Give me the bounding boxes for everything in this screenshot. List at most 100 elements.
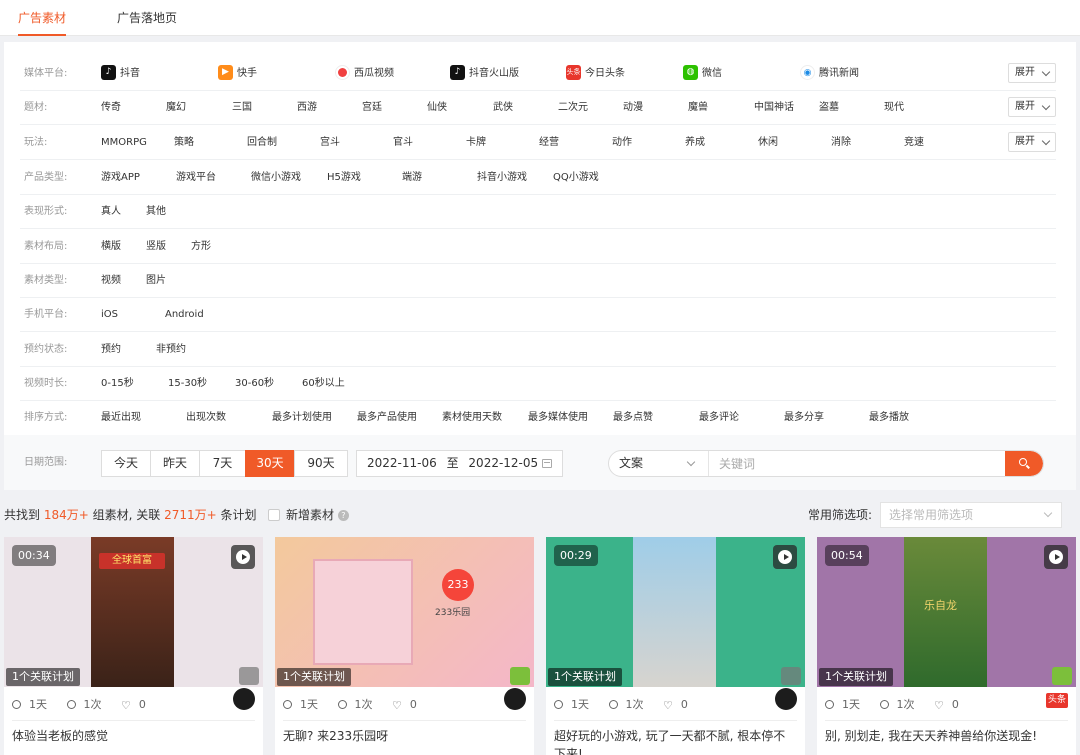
- filter-option[interactable]: 传奇: [101, 91, 121, 125]
- filter-option[interactable]: MMORPG: [101, 126, 147, 160]
- filter-option[interactable]: 动作: [612, 126, 632, 160]
- expand-button[interactable]: 展开: [1008, 97, 1056, 117]
- filter-option[interactable]: 非预约: [156, 333, 186, 367]
- filter-option[interactable]: ◉ 腾讯新闻: [800, 57, 859, 91]
- filter-option[interactable]: 二次元: [558, 91, 588, 125]
- material-card[interactable]: 全球首富 00:34 1个关联计划 1天 1次 ♡ 0 体验当老板的感觉: [4, 537, 263, 755]
- filter-option[interactable]: 微信小游戏: [251, 161, 301, 195]
- filter-option[interactable]: 休闲: [758, 126, 778, 160]
- filter-option[interactable]: QQ小游戏: [553, 161, 599, 195]
- sort-option[interactable]: 最近出现: [101, 401, 141, 435]
- filter-option[interactable]: 三国: [232, 91, 252, 125]
- date-btn-30days[interactable]: 30天: [245, 450, 295, 477]
- filter-option[interactable]: 仙侠: [427, 91, 447, 125]
- filter-option[interactable]: 60秒以上: [302, 367, 345, 401]
- filter-option[interactable]: 策略: [174, 126, 194, 160]
- filter-option[interactable]: 其他: [146, 195, 166, 229]
- card-thumbnail[interactable]: 00:29 1个关联计划: [546, 537, 805, 687]
- card-thumbnail[interactable]: 233 233乐园 1个关联计划: [275, 537, 534, 687]
- filter-option[interactable]: 游戏APP: [101, 161, 140, 195]
- expand-button[interactable]: 展开: [1008, 132, 1056, 152]
- filter-option[interactable]: 消除: [831, 126, 851, 160]
- filter-option[interactable]: 魔兽: [688, 91, 708, 125]
- filter-option[interactable]: 横版: [101, 230, 121, 264]
- sort-option[interactable]: 最多播放: [869, 401, 909, 435]
- date-btn-today[interactable]: 今天: [101, 450, 151, 477]
- filter-option[interactable]: 经营: [539, 126, 559, 160]
- date-range-picker[interactable]: 2022-11-06 至 2022-12-05: [356, 450, 563, 477]
- filter-option[interactable]: 视频: [101, 264, 121, 298]
- filter-option[interactable]: 卡牌: [466, 126, 486, 160]
- search-type-select[interactable]: 文案: [609, 451, 709, 476]
- sort-option[interactable]: 素材使用天数: [442, 401, 502, 435]
- filter-option[interactable]: 抖音小游戏: [477, 161, 527, 195]
- filter-option[interactable]: 30-60秒: [235, 367, 274, 401]
- date-btn-yesterday[interactable]: 昨天: [150, 450, 200, 477]
- filter-option[interactable]: ▶ 快手: [218, 57, 257, 91]
- clock-icon: [283, 699, 292, 709]
- material-card[interactable]: 00:29 1个关联计划 1天 1次 ♡ 0 超好玩的小游戏, 玩了一天都不腻, …: [546, 537, 805, 755]
- filter-option[interactable]: ◍ 微信: [683, 57, 722, 91]
- filter-option[interactable]: 15-30秒: [168, 367, 207, 401]
- filter-option[interactable]: 西游: [297, 91, 317, 125]
- filter-option[interactable]: 现代: [884, 91, 904, 125]
- filter-option[interactable]: 竖版: [146, 230, 166, 264]
- filter-option[interactable]: ♪ 抖音火山版: [450, 57, 519, 91]
- filter-option[interactable]: 方形: [191, 230, 211, 264]
- filter-option[interactable]: 动漫: [623, 91, 643, 125]
- filter-option[interactable]: 西瓜视频: [335, 57, 394, 91]
- tab-ad-material[interactable]: 广告素材: [18, 0, 67, 36]
- filter-option[interactable]: 魔幻: [166, 91, 186, 125]
- filter-option[interactable]: 竞速: [904, 126, 924, 160]
- filter-option[interactable]: 养成: [685, 126, 705, 160]
- filter-option[interactable]: ♪ 抖音: [101, 57, 140, 91]
- filter-option[interactable]: 中国神话: [754, 91, 794, 125]
- filter-option[interactable]: 游戏平台: [176, 161, 216, 195]
- filter-option[interactable]: 宫廷: [362, 91, 382, 125]
- filter-option[interactable]: H5游戏: [327, 161, 361, 195]
- filter-option[interactable]: 盗墓: [819, 91, 839, 125]
- filter-option[interactable]: 0-15秒: [101, 367, 134, 401]
- date-btn-90days[interactable]: 90天: [294, 450, 348, 477]
- heart-icon: ♡: [663, 698, 673, 712]
- filter-option[interactable]: 宫斗: [320, 126, 340, 160]
- sort-option[interactable]: 最多产品使用: [357, 401, 417, 435]
- filter-option[interactable]: 武侠: [493, 91, 513, 125]
- play-icon[interactable]: [1044, 545, 1068, 569]
- filter-row-theme: 题材: 传奇 魔幻 三国 西游 宫廷 仙侠 武侠 二次元 动漫 魔兽 中国神话 …: [4, 91, 1076, 125]
- filter-option[interactable]: 官斗: [393, 126, 413, 160]
- filter-option[interactable]: 头条 今日头条: [566, 57, 625, 91]
- tab-landing-page[interactable]: 广告落地页: [117, 0, 177, 36]
- common-filter-select[interactable]: 选择常用筛选项: [880, 502, 1062, 528]
- sort-option[interactable]: 最多计划使用: [272, 401, 332, 435]
- sort-option[interactable]: 最多媒体使用: [528, 401, 588, 435]
- material-card[interactable]: 233 233乐园 1个关联计划 1天 1次 ♡ 0 无聊? 来233乐园呀: [275, 537, 534, 755]
- filter-option[interactable]: 端游: [402, 161, 422, 195]
- sort-option[interactable]: 最多点赞: [613, 401, 653, 435]
- card-title[interactable]: 无聊? 来233乐园呀: [283, 720, 526, 745]
- play-icon[interactable]: [773, 545, 797, 569]
- filter-option[interactable]: 预约: [101, 333, 121, 367]
- search-button[interactable]: [1005, 451, 1043, 476]
- card-thumbnail[interactable]: 乐自龙 00:54 1个关联计划: [817, 537, 1076, 687]
- card-title[interactable]: 别, 别划走, 我在天天养神兽给你送现金!: [825, 720, 1068, 745]
- filter-option[interactable]: 回合制: [247, 126, 277, 160]
- expand-button[interactable]: 展开: [1008, 63, 1056, 83]
- keyword-input[interactable]: [709, 451, 1005, 476]
- play-icon[interactable]: [231, 545, 255, 569]
- filter-option[interactable]: 图片: [146, 264, 166, 298]
- card-title[interactable]: 体验当老板的感觉: [12, 720, 255, 745]
- sort-option[interactable]: 最多分享: [784, 401, 824, 435]
- filter-option[interactable]: Android: [165, 298, 204, 332]
- sort-option[interactable]: 出现次数: [186, 401, 226, 435]
- date-to: 至: [446, 456, 459, 470]
- filter-option[interactable]: 真人: [101, 195, 121, 229]
- card-thumbnail[interactable]: 全球首富 00:34 1个关联计划: [4, 537, 263, 687]
- new-material-checkbox[interactable]: [268, 509, 280, 521]
- filter-option[interactable]: iOS: [101, 298, 118, 332]
- material-card[interactable]: 乐自龙 00:54 1个关联计划 1天 1次 ♡ 0 头条 别, 别划走, 我在天…: [817, 537, 1076, 755]
- card-title[interactable]: 超好玩的小游戏, 玩了一天都不腻, 根本停不下来!: [554, 720, 797, 755]
- sort-option[interactable]: 最多评论: [699, 401, 739, 435]
- date-btn-7days[interactable]: 7天: [199, 450, 246, 477]
- filter-label: 视频时长:: [24, 378, 68, 389]
